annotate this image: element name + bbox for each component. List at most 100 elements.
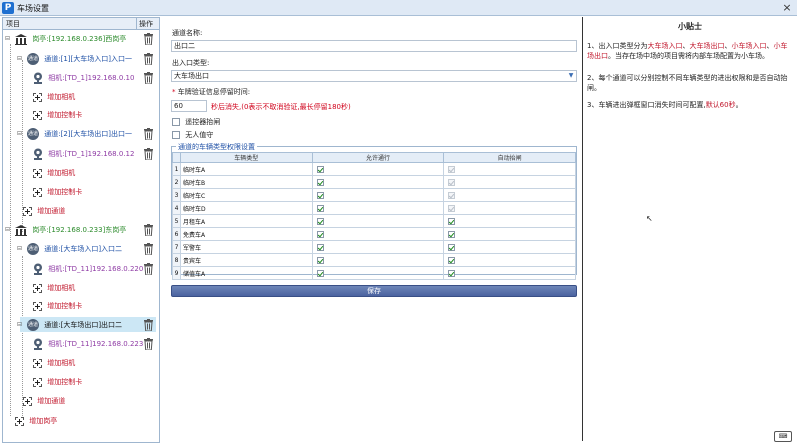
allow-pass-checkbox[interactable] xyxy=(316,230,324,238)
entrance-type-select[interactable]: 大车场出口 ▼ xyxy=(171,70,577,82)
auto-lift-checkbox[interactable] xyxy=(448,230,456,238)
allow-pass-checkbox[interactable] xyxy=(316,243,324,251)
table-row[interactable]: 5 月租车A xyxy=(172,214,576,228)
table-row[interactable]: 9 储值车A xyxy=(172,266,576,280)
allow-pass-checkbox[interactable] xyxy=(316,204,324,212)
auto-lift-cell xyxy=(443,266,576,280)
delete-icon[interactable] xyxy=(143,243,154,255)
auto-lift-checkbox[interactable] xyxy=(448,191,456,199)
allow-pass-checkbox[interactable] xyxy=(316,165,324,173)
table-row[interactable]: 2 临时车B xyxy=(172,175,576,189)
table-row[interactable]: 6 免费车A xyxy=(172,227,576,241)
row-number: 8 xyxy=(172,253,181,267)
channel-name-input[interactable]: 出口二 xyxy=(171,40,577,52)
auto-lift-checkbox[interactable] xyxy=(448,256,456,264)
add-icon xyxy=(33,110,42,120)
tree-node-channel-3[interactable]: ⊟ 通道 通道:[大车场入口]入口二 xyxy=(17,242,122,256)
channel-icon: 通道 xyxy=(27,128,39,140)
timeout-input[interactable]: 60 xyxy=(171,100,207,112)
unattended-checkbox[interactable]: 无人值守 xyxy=(172,130,213,140)
auto-lift-checkbox[interactable] xyxy=(448,243,456,251)
delete-icon[interactable] xyxy=(143,263,154,275)
table-row[interactable]: 3 临时车C xyxy=(172,188,576,202)
tree-node-camera-1[interactable]: 相机:[TD_1]192.168.0.10 xyxy=(33,71,134,85)
collapse-toggle-icon[interactable]: ⊟ xyxy=(17,127,22,141)
checkbox-box[interactable] xyxy=(172,118,180,126)
add-camera-button[interactable]: 增加相机 xyxy=(33,356,75,370)
vehicle-type-cell: 临时车D xyxy=(179,201,313,215)
camera-icon xyxy=(34,263,42,275)
auto-lift-checkbox[interactable] xyxy=(448,217,456,225)
vehicle-type-cell: 免费车A xyxy=(179,227,313,241)
save-button[interactable]: 保存 xyxy=(171,285,577,297)
collapse-toggle-icon[interactable]: ⊟ xyxy=(5,223,10,237)
allow-pass-checkbox[interactable] xyxy=(316,178,324,186)
delete-icon[interactable] xyxy=(143,338,154,350)
camera-label: 相机:[TD_1]192.168.0.12 xyxy=(48,150,135,158)
auto-lift-checkbox[interactable] xyxy=(448,178,456,186)
delete-icon[interactable] xyxy=(143,53,154,65)
auto-lift-cell xyxy=(443,175,576,189)
tree-node-camera-3[interactable]: 相机:[TD_11]192.168.0.220 xyxy=(33,262,143,276)
add-control-card-button[interactable]: 增加控制卡 xyxy=(33,375,82,389)
tree-node-channel-4[interactable]: ⊟ 通道 通道:[大车场出口]出口二 xyxy=(17,318,122,332)
add-control-card-button[interactable]: 增加控制卡 xyxy=(33,108,82,122)
auto-lift-cell xyxy=(443,201,576,215)
add-icon xyxy=(33,168,42,178)
add-icon xyxy=(23,206,32,216)
delete-icon[interactable] xyxy=(143,148,154,160)
tree-node-camera-4[interactable]: 相机:[TD_11]192.168.0.223 xyxy=(33,337,143,351)
remote-control-checkbox[interactable]: 遥控器抬闸 xyxy=(172,117,220,127)
tree-header-item: 项目 xyxy=(6,20,20,28)
row-number: 9 xyxy=(172,266,181,280)
add-icon xyxy=(23,396,32,406)
channel-label: 通道:[大车场出口]出口二 xyxy=(44,321,123,329)
auto-lift-checkbox[interactable] xyxy=(448,204,456,212)
allow-pass-checkbox[interactable] xyxy=(316,256,324,264)
tree-node-booth-west[interactable]: ⊟ 岗亭:[192.168.0.236]西岗亭 xyxy=(5,32,126,46)
add-channel-button[interactable]: 增加通道 xyxy=(23,204,65,218)
tree-node-camera-2[interactable]: 相机:[TD_1]192.168.0.12 xyxy=(33,147,134,161)
add-card-label: 增加控制卡 xyxy=(47,378,83,386)
add-channel-button[interactable]: 增加通道 xyxy=(23,394,65,408)
tree-node-channel-1[interactable]: ⊟ 通道 通道:[1][大车场入口]入口一 xyxy=(17,52,132,66)
delete-icon[interactable] xyxy=(143,319,154,331)
allow-pass-checkbox[interactable] xyxy=(316,217,324,225)
table-row[interactable]: 1 临时车A xyxy=(172,162,576,176)
collapse-toggle-icon[interactable]: ⊟ xyxy=(17,52,22,66)
row-number: 6 xyxy=(172,227,181,241)
checkbox-box[interactable] xyxy=(172,131,180,139)
vehicle-type-cell: 临时车A xyxy=(179,162,313,176)
table-row[interactable]: 8 贵宾车 xyxy=(172,253,576,267)
delete-icon[interactable] xyxy=(143,72,154,84)
tree-node-booth-east[interactable]: ⊟ 岗亭:[192.168.0.233]东岗亭 xyxy=(5,223,126,237)
timeout-hint: 秒后消失,(0表示不取消验证,最长停留180秒) xyxy=(211,103,351,111)
row-number: 4 xyxy=(172,201,181,215)
keyboard-icon[interactable]: ⌨ xyxy=(774,431,792,442)
delete-icon[interactable] xyxy=(143,33,154,45)
add-camera-button[interactable]: 增加相机 xyxy=(33,166,75,180)
auto-lift-checkbox[interactable] xyxy=(448,165,456,173)
timeout-label-text: 车牌验证信息停留时间: xyxy=(177,88,251,96)
delete-icon[interactable] xyxy=(143,224,154,236)
auto-lift-checkbox[interactable] xyxy=(448,269,456,277)
allow-pass-checkbox[interactable] xyxy=(316,191,324,199)
add-control-card-button[interactable]: 增加控制卡 xyxy=(33,185,82,199)
add-control-card-button[interactable]: 增加控制卡 xyxy=(33,299,82,313)
table-row[interactable]: 4 临时车D xyxy=(172,201,576,215)
tips-panel: 小贴士 1、出入口类型分为大车场入口、大车场出口、小车场入口、小车场出口。当存在… xyxy=(582,17,796,441)
close-button[interactable]: × xyxy=(781,1,793,14)
collapse-toggle-icon[interactable]: ⊟ xyxy=(17,242,22,256)
add-camera-button[interactable]: 增加相机 xyxy=(33,90,75,104)
delete-icon[interactable] xyxy=(143,128,154,140)
add-camera-button[interactable]: 增加相机 xyxy=(33,281,75,295)
chevron-down-icon[interactable]: ▼ xyxy=(567,72,575,80)
table-row[interactable]: 7 军警车 xyxy=(172,240,576,254)
tip-text: 。当存在场中场的项目需将内部车场配置为小车场。 xyxy=(608,52,769,60)
collapse-toggle-icon[interactable]: ⊟ xyxy=(5,32,10,46)
add-booth-button[interactable]: 增加岗亭 xyxy=(15,414,57,428)
collapse-toggle-icon[interactable]: ⊟ xyxy=(17,318,22,332)
tree-node-channel-2[interactable]: ⊟ 通道 通道:[2][大车场出口]出口一 xyxy=(17,127,132,141)
add-card-label: 增加控制卡 xyxy=(47,188,83,196)
allow-pass-checkbox[interactable] xyxy=(316,269,324,277)
